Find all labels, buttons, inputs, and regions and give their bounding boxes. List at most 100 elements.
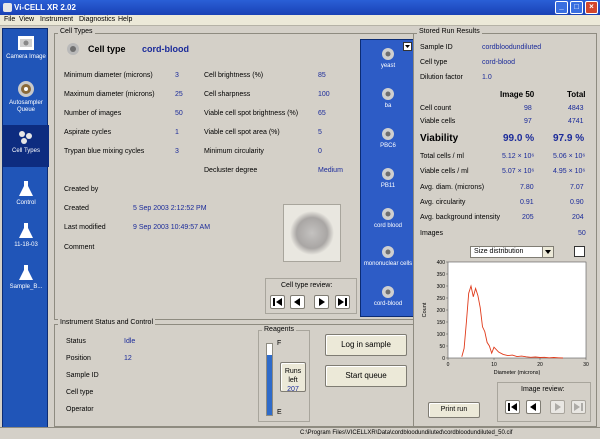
image-last-button[interactable] <box>571 400 586 414</box>
cell-type-item[interactable]: yeast <box>361 42 415 80</box>
nav-cell-types[interactable]: Cell Types <box>3 125 49 167</box>
chevron-down-icon[interactable] <box>542 247 553 257</box>
menu-diagnostics[interactable]: Diagnostics <box>79 16 115 23</box>
result-label: Viable cells / ml <box>420 168 469 175</box>
nav-autosampler-queue[interactable]: Autosampler Queue <box>3 77 49 119</box>
maximize-icon[interactable]: □ <box>570 1 583 14</box>
param-value: 3 <box>175 148 179 155</box>
param-value: 25 <box>175 91 183 98</box>
runs-left-button[interactable]: Runs left 207 <box>280 362 306 393</box>
image-prev-button[interactable] <box>526 400 541 414</box>
last-icon <box>338 298 347 306</box>
image-review-label: Image review: <box>521 386 565 393</box>
graph-type-dropdown[interactable]: Size distribution <box>470 246 554 258</box>
runs-left-label: Runs left <box>284 368 302 384</box>
first-icon <box>508 403 517 411</box>
result-label: Viable cells <box>420 118 456 125</box>
cell-types-group-label: Cell Types <box>58 28 95 35</box>
chart-x-axis-label: Diameter (microns) <box>494 370 541 376</box>
nav-camera-image[interactable]: Camera Image <box>3 31 49 73</box>
chart-plot-area <box>447 261 587 359</box>
log-in-sample-button[interactable]: Log in sample <box>325 334 407 356</box>
graph-type-value: Size distribution <box>474 248 524 255</box>
chart-x-tick-label: 30 <box>583 362 589 368</box>
cell-icon <box>382 286 394 298</box>
next-icon <box>555 403 561 411</box>
runs-left-value: 207 <box>287 386 299 393</box>
flask-icon <box>19 223 33 238</box>
viability-total-value: 97.9 % <box>553 133 585 144</box>
image-next-button[interactable] <box>550 400 565 414</box>
menu-view[interactable]: View <box>19 16 34 23</box>
position-label: Position <box>66 355 91 362</box>
minimize-icon[interactable]: _ <box>555 1 568 14</box>
result-label: Avg. background intensity <box>420 214 501 221</box>
cell-type-list: yeast ba PBC6 PB11 cord blood mononuclea… <box>360 39 415 317</box>
flask-icon <box>19 265 33 280</box>
title-bar: Vi-CELL XR 2.02 _ □ × <box>0 0 600 15</box>
param-value: 65 <box>318 110 326 117</box>
result-label: Total cells / ml <box>420 153 464 160</box>
cell-type-item-label: PBC6 <box>380 143 396 149</box>
print-run-button[interactable]: Print run <box>428 402 480 418</box>
comment-label: Comment <box>64 244 95 251</box>
param-value: Medium <box>318 167 343 174</box>
last-button[interactable] <box>335 295 350 309</box>
chart-y-tick-label: 100 <box>437 332 446 338</box>
modified-value: 9 Sep 2003 10:49:57 AM <box>133 224 211 231</box>
viability-label: Viability <box>420 133 459 144</box>
first-button[interactable] <box>270 295 285 309</box>
cell-icon <box>382 88 394 100</box>
next-button[interactable] <box>314 295 329 309</box>
size-distribution-chart: 0 50 100 150 200 250 300 350 400 0 10 20 30 Diameter… <box>422 260 589 376</box>
start-queue-button[interactable]: Start queue <box>325 365 407 387</box>
menu-file[interactable]: File <box>4 16 15 23</box>
image-first-button[interactable] <box>505 400 520 414</box>
expand-graph-icon[interactable] <box>574 246 585 257</box>
col-image-header: Image 50 <box>500 90 535 99</box>
result-image-value: 5.07 × 10⁶ <box>502 168 535 175</box>
window-title: Vi-CELL XR 2.02 <box>14 3 76 12</box>
prev-icon <box>530 403 536 411</box>
param-value: 5 <box>318 129 322 136</box>
menu-bar: File View Instrument Diagnostics Help <box>0 15 600 26</box>
cell-type-item-label: cord blood <box>373 223 403 229</box>
cell-type-item[interactable]: cord blood <box>361 202 415 240</box>
cell-type-item[interactable]: ba <box>361 82 415 120</box>
nav-label: Cell Types <box>12 148 40 154</box>
close-icon[interactable]: × <box>585 1 598 14</box>
menu-instrument[interactable]: Instrument <box>40 16 73 23</box>
param-value: 1 <box>175 129 179 136</box>
cell-type-item-selected[interactable]: cord-blood <box>361 280 415 318</box>
param-label: Minimum circularity <box>204 148 264 155</box>
dilution-label: Dilution factor <box>420 74 463 81</box>
chart-y-tick-label: 250 <box>437 296 446 302</box>
cell-type-item[interactable]: PBC6 <box>361 122 415 160</box>
stored-sample-id-label: Sample ID <box>420 44 453 51</box>
menu-help[interactable]: Help <box>118 16 132 23</box>
param-label: Cell sharpness <box>204 91 251 98</box>
cell-type-item-label: PB11 <box>380 183 396 189</box>
prev-button[interactable] <box>290 295 305 309</box>
chart-y-tick-label: 300 <box>437 284 446 290</box>
result-label: Avg. circularity <box>420 199 466 206</box>
status-bar-path: C:\Program Files\VICELLXR\Data\cordblood… <box>300 430 513 436</box>
position-value: 12 <box>124 355 132 362</box>
chart-y-axis-label: Count <box>422 302 428 317</box>
status-value: Idle <box>124 338 136 345</box>
cell-type-item[interactable]: mononuclear cells <box>361 240 415 278</box>
cell-type-item[interactable]: PB11 <box>361 162 415 200</box>
nav-sample-b[interactable]: Sample_B... <box>3 261 49 303</box>
param-value: 85 <box>318 72 326 79</box>
nav-run-11-18-03[interactable]: 11-18-03 <box>3 219 49 261</box>
cell-icon <box>382 48 394 60</box>
param-label: Viable cell spot brightness (%) <box>204 110 299 117</box>
result-image-value: 7.80 <box>520 184 534 191</box>
viability-image-value: 99.0 % <box>503 133 535 144</box>
chart-y-tick-label: 350 <box>437 272 446 278</box>
left-nav: Camera Image Autosampler Queue Cell Type… <box>2 28 49 433</box>
cell-type-item-label: yeast <box>380 63 396 69</box>
param-label: Trypan blue mixing cycles <box>64 148 145 155</box>
nav-control[interactable]: Control <box>3 177 49 219</box>
cell-type-heading-label: Cell type <box>88 44 126 54</box>
